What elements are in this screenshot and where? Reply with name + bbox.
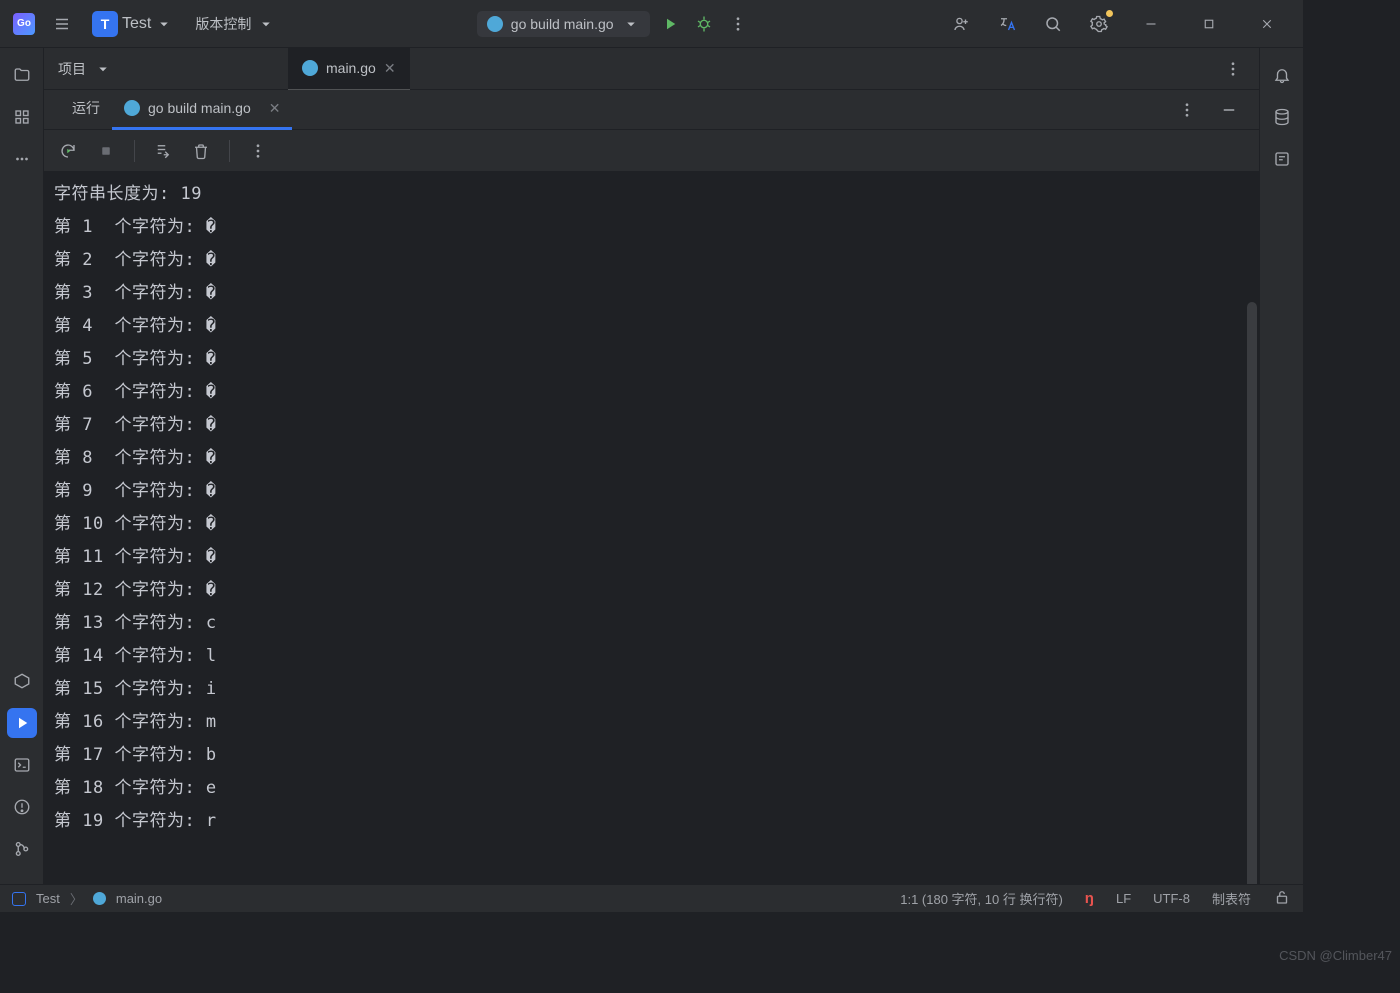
editor-tab-bar: 项目 main.go ✕ [44,48,1259,90]
settings-button[interactable] [1085,10,1113,38]
structure-tool-button[interactable] [7,102,37,132]
console-line: 第 4 个字符为: � [54,310,1251,343]
console-line: 第 7 个字符为: � [54,409,1251,442]
file-encoding[interactable]: UTF-8 [1153,891,1190,906]
main-menu-button[interactable] [48,10,76,38]
console-line: 第 14 个字符为: l [54,640,1251,673]
project-badge: T [92,11,118,37]
stop-button[interactable] [92,137,120,165]
breadcrumb-separator: 〉 [70,889,83,908]
indent-setting[interactable]: 制表符 [1212,889,1251,908]
run-tool-tabs: 运行 go build main.go ✕ [44,90,1259,130]
console-line: 第 18 个字符为: e [54,772,1251,805]
git-tool-button[interactable] [7,834,37,864]
module-icon [12,892,26,906]
line-separator[interactable]: LF [1116,891,1131,906]
chevron-down-icon [155,15,173,33]
close-tab-button[interactable]: ✕ [384,60,396,77]
console-line: 第 5 个字符为: � [54,343,1251,376]
rerun-button[interactable] [54,137,82,165]
chevron-down-icon [622,15,640,33]
run-config-label: go build main.go [511,16,614,32]
database-tool-button[interactable] [1267,102,1297,132]
editor-tab-main-go[interactable]: main.go ✕ [288,48,410,90]
console-line: 第 17 个字符为: b [54,739,1251,772]
run-config-selector[interactable]: go build main.go [477,11,650,37]
console-line: 第 19 个字符为: r [54,805,1251,838]
clear-all-button[interactable] [187,137,215,165]
gopher-icon [302,60,318,76]
console-line: 第 11 个字符为: � [54,541,1251,574]
inspection-indicator[interactable]: ŋ [1085,890,1094,907]
run-tab-config-label: go build main.go [148,100,251,116]
vcs-dropdown[interactable]: 版本控制 [189,10,281,38]
console-scrollbar[interactable] [1247,302,1257,884]
tab-options-button[interactable] [1219,55,1247,83]
notifications-button[interactable] [1267,60,1297,90]
titlebar: Go T Test 版本控制 go build main.go [0,0,1303,48]
console-line: 第 12 个字符为: � [54,574,1251,607]
breadcrumb-root[interactable]: Test [36,891,60,906]
services-tool-button[interactable] [7,666,37,696]
project-view-dropdown[interactable]: 项目 [58,59,128,79]
editor-tab-label: main.go [326,60,376,76]
run-tab-label: 运行 [72,98,100,118]
close-run-tab-button[interactable]: ✕ [269,100,281,117]
console-line: 第 1 个字符为: � [54,211,1251,244]
run-button[interactable] [656,10,684,38]
minimize-button[interactable] [1131,10,1171,38]
console-line: 第 6 个字符为: � [54,376,1251,409]
project-switcher[interactable]: T Test [86,7,179,41]
caret-position[interactable]: 1:1 (180 字符, 10 行 换行符) [900,889,1063,908]
run-tab-config[interactable]: go build main.go ✕ [112,90,292,130]
ai-assistant-button[interactable] [1267,144,1297,174]
status-bar: Test 〉 main.go 1:1 (180 字符, 10 行 换行符) ŋ … [0,884,1303,912]
maximize-button[interactable] [1189,10,1229,38]
console-line: 第 10 个字符为: � [54,508,1251,541]
code-with-me-button[interactable] [947,10,975,38]
watermark: CSDN @Climber47 [1279,948,1392,963]
project-name: Test [122,15,151,33]
console-line: 第 15 个字符为: i [54,673,1251,706]
console-line: 第 9 个字符为: � [54,475,1251,508]
more-tool-button[interactable] [7,144,37,174]
scroll-to-end-button[interactable] [149,137,177,165]
right-tool-rail [1259,48,1303,884]
hide-panel-button[interactable] [1215,96,1243,124]
console-line: 第 16 个字符为: m [54,706,1251,739]
console-line: 第 3 个字符为: � [54,277,1251,310]
problems-tool-button[interactable] [7,792,37,822]
left-tool-rail [0,48,44,884]
chevron-down-icon [94,60,112,78]
more-actions-button[interactable] [724,10,752,38]
console-output[interactable]: 字符串长度为: 19 第 1 个字符为: �第 2 个字符为: �第 3 个字符… [44,172,1259,884]
gopher-icon [93,892,106,905]
translate-button[interactable] [993,10,1021,38]
close-window-button[interactable] [1247,10,1287,38]
console-line: 第 2 个字符为: � [54,244,1251,277]
gopher-icon [487,16,503,32]
chevron-down-icon [257,15,275,33]
breadcrumb-file[interactable]: main.go [116,891,162,906]
gopher-icon [124,100,140,116]
toolbar-more-button[interactable] [244,137,272,165]
run-toolbar [44,130,1259,172]
app-logo: Go [10,10,38,38]
terminal-tool-button[interactable] [7,750,37,780]
console-line: 第 13 个字符为: c [54,607,1251,640]
project-tool-button[interactable] [7,60,37,90]
console-line: 第 8 个字符为: � [54,442,1251,475]
debug-button[interactable] [690,10,718,38]
vcs-label: 版本控制 [195,14,251,34]
console-line-length: 字符串长度为: 19 [54,178,1251,211]
lock-indicator[interactable] [1273,888,1291,909]
search-button[interactable] [1039,10,1067,38]
project-view-label: 项目 [58,59,86,79]
run-options-button[interactable] [1173,96,1201,124]
run-tab-run[interactable]: 运行 [60,90,112,130]
run-tool-button[interactable] [7,708,37,738]
